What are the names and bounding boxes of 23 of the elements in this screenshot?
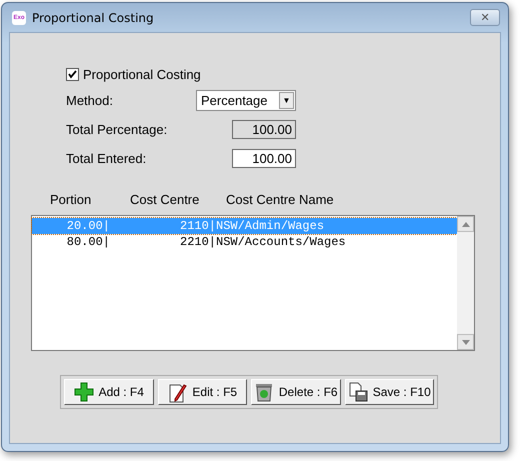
- save-button[interactable]: Save : F10: [344, 379, 434, 405]
- up-arrow-icon[interactable]: [462, 222, 470, 226]
- down-arrow-icon[interactable]: [462, 340, 470, 344]
- number-field[interactable]: 100.00: [232, 149, 296, 168]
- recycle-bin-icon: [254, 382, 274, 402]
- add-button[interactable]: Add : F4: [64, 379, 154, 405]
- save-document-icon: [348, 382, 368, 402]
- checkbox[interactable]: [66, 68, 79, 81]
- method-label: Method:: [66, 93, 113, 108]
- checkbox-label: Proportional Costing: [83, 67, 201, 82]
- plus-icon: [74, 382, 94, 402]
- close-button[interactable]: ✕: [470, 9, 500, 26]
- field-label: Total Entered:: [66, 151, 146, 166]
- list-row[interactable]: 80.00| 2210|NSW/Accounts/Wages: [32, 234, 457, 250]
- delete-button[interactable]: Delete : F6: [251, 379, 340, 405]
- edit-button[interactable]: Edit : F5: [158, 379, 247, 405]
- window-title: Proportional Costing: [32, 10, 155, 24]
- column-header: Portion: [50, 192, 92, 207]
- field-label: Total Percentage:: [66, 122, 168, 137]
- scrollbar[interactable]: [457, 216, 474, 350]
- column-header: Cost Centre Name: [226, 192, 335, 207]
- method-dropdown[interactable]: Percentage ▼: [196, 90, 296, 111]
- column-header: Cost Centre: [130, 192, 200, 207]
